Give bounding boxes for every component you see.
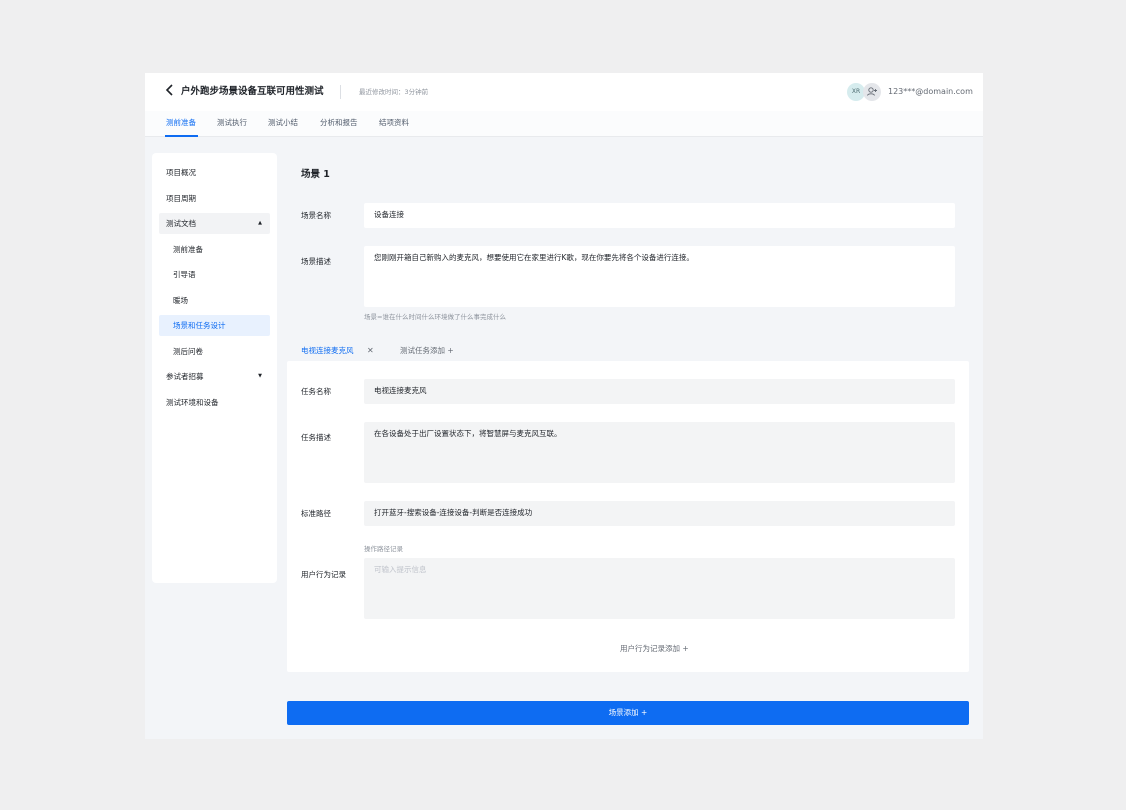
task-name-field[interactable]: 电视连接麦克风	[364, 379, 955, 404]
tab-pre-test[interactable]: 测前准备	[166, 117, 196, 129]
caret-down-icon: ▼	[258, 373, 262, 379]
scene-name-field[interactable]: 设备连接	[364, 203, 955, 228]
sidebar-item-guide[interactable]: 引导语	[159, 264, 270, 285]
scene-title: 场景 1	[301, 169, 330, 180]
page-title: 户外跑步场景设备互联可用性测试	[181, 86, 324, 97]
user-email[interactable]: 123***@domain.com	[888, 85, 973, 99]
add-behavior-record-button[interactable]: 用户行为记录添加 +	[620, 643, 689, 655]
operation-path-hint: 操作路径记录	[364, 545, 403, 553]
sidebar-item-post-survey[interactable]: 测后问卷	[159, 341, 270, 362]
standard-path-label: 标准路径	[301, 509, 331, 518]
divider	[340, 85, 341, 99]
user-behavior-field[interactable]: 可输入提示信息	[364, 558, 955, 619]
sidebar-item-warmup[interactable]: 暖场	[159, 290, 270, 311]
tab-closing-materials[interactable]: 结项资料	[379, 117, 409, 129]
close-icon[interactable]: ✕	[367, 345, 374, 357]
sidebar-item-label: 项目周期	[166, 194, 196, 203]
chevron-left-icon[interactable]	[165, 83, 179, 101]
sidebar-item-label: 参试者招募	[166, 372, 204, 381]
scene-desc-field[interactable]: 您刚刚开箱自己新购入的麦克风，想要使用它在家里进行K歌，现在你要先将各个设备进行…	[364, 246, 955, 307]
task-desc-field[interactable]: 在各设备处于出厂设置状态下，将智慧屏与麦克风互联。	[364, 422, 955, 483]
task-desc-label: 任务描述	[301, 433, 331, 442]
sidebar-item-label: 暖场	[173, 296, 188, 305]
sidebar-item-overview[interactable]: 项目概况	[159, 162, 270, 183]
tab-test-summary[interactable]: 测试小结	[268, 117, 298, 129]
sidebar-item-recruitment[interactable]: 参试者招募 ▼	[159, 366, 270, 387]
add-user-icon[interactable]	[863, 83, 881, 101]
top-bar: 户外跑步场景设备互联可用性测试 最近修改时间：3分钟前 XR 123***@do…	[145, 73, 983, 111]
tab-analysis-report[interactable]: 分析和报告	[320, 117, 358, 129]
sidebar-item-pre-test[interactable]: 测前准备	[159, 239, 270, 260]
active-tab-indicator	[165, 135, 198, 137]
sidebar-item-label: 测试文档	[166, 219, 196, 228]
sidebar-item-test-docs[interactable]: 测试文档 ▲	[159, 213, 270, 234]
sidebar-item-label: 项目概况	[166, 168, 196, 177]
scene-desc-hint: 场景=谁在什么时间什么环境做了什么事完成什么	[364, 313, 506, 321]
sidebar-item-scene-task-design[interactable]: 场景和任务设计	[159, 315, 270, 336]
scene-desc-label: 场景描述	[301, 257, 331, 266]
sidebar-item-environment[interactable]: 测试环境和设备	[159, 392, 270, 413]
standard-path-field[interactable]: 打开蓝牙-搜索设备-连接设备-判断是否连接成功	[364, 501, 955, 526]
sidebar-item-label: 测后问卷	[173, 347, 203, 356]
task-tab-tv-mic[interactable]: 电视连接麦克风	[301, 345, 354, 357]
app-window: 户外跑步场景设备互联可用性测试 最近修改时间：3分钟前 XR 123***@do…	[145, 73, 983, 739]
caret-up-icon: ▲	[258, 220, 262, 226]
add-task-button[interactable]: 测试任务添加 +	[400, 345, 454, 357]
user-behavior-label: 用户行为记录	[301, 570, 346, 579]
sidebar-item-label: 引导语	[173, 270, 196, 279]
sidebar: 项目概况 项目周期 测试文档 ▲ 测前准备 引导语 暖场 场景和任务设计 测后问卷…	[152, 153, 277, 583]
add-scene-button[interactable]: 场景添加 +	[287, 701, 969, 725]
task-name-label: 任务名称	[301, 387, 331, 396]
sidebar-item-label: 场景和任务设计	[173, 321, 226, 330]
tab-test-execution[interactable]: 测试执行	[217, 117, 247, 129]
sidebar-item-label: 测试环境和设备	[166, 398, 219, 407]
main-tabs: 测前准备 测试执行 测试小结 分析和报告 结项资料	[145, 111, 983, 137]
sidebar-item-label: 测前准备	[173, 245, 203, 254]
sidebar-item-schedule[interactable]: 项目周期	[159, 188, 270, 209]
last-modified-text: 最近修改时间：3分钟前	[359, 88, 429, 96]
scene-name-label: 场景名称	[301, 211, 331, 220]
